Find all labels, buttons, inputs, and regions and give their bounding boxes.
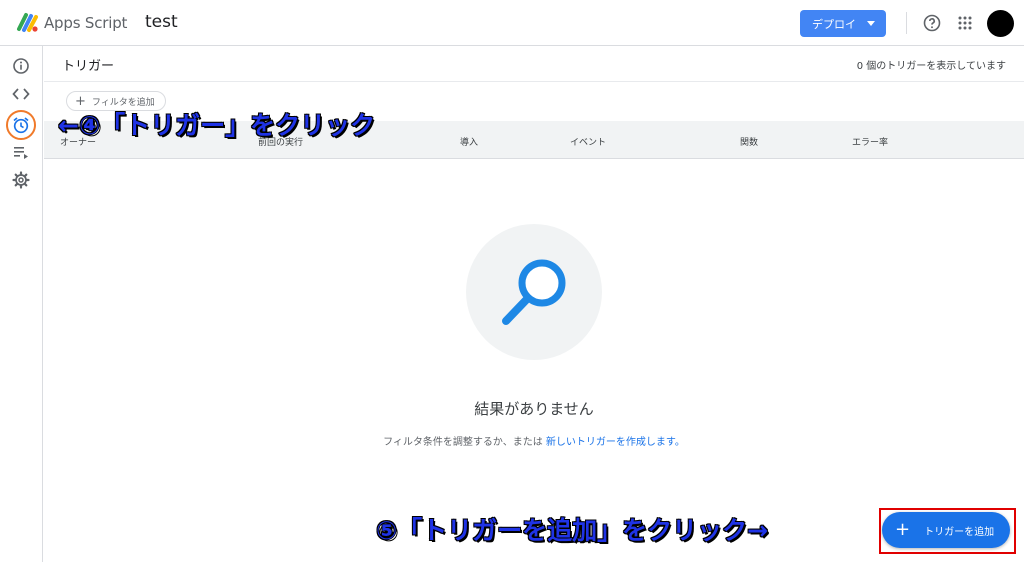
help-circle-icon[interactable]	[922, 13, 942, 33]
create-trigger-link[interactable]: 新しいトリガーを作成します。	[546, 437, 685, 448]
trigger-count-text: 0 個のトリガーを表示しています	[856, 61, 1006, 72]
code-icon[interactable]	[11, 84, 31, 104]
top-bar: Apps Script test デプロイ	[0, 0, 1024, 46]
chevron-down-icon	[867, 21, 875, 26]
empty-state-subtitle: フィルタ条件を調整するか、または 新しいトリガーを作成します。	[0, 433, 1024, 448]
column-event[interactable]: イベント	[570, 135, 606, 148]
project-title[interactable]: test	[145, 12, 178, 32]
deploy-button[interactable]: デプロイ	[800, 10, 886, 37]
column-error-rate[interactable]: エラー率	[852, 135, 888, 148]
app-name: Apps Script	[44, 14, 128, 32]
info-icon[interactable]	[11, 56, 31, 76]
left-nav-rail	[0, 46, 43, 562]
annotation-step-4: ←④「トリガー」をクリック	[57, 110, 376, 141]
gear-icon[interactable]	[11, 170, 31, 190]
column-deployment[interactable]: 導入	[460, 135, 478, 148]
empty-state-title: 結果がありません	[474, 400, 594, 418]
alarm-clock-icon[interactable]	[11, 115, 31, 135]
plus-icon: +	[895, 519, 911, 540]
playlist-icon[interactable]	[11, 143, 31, 163]
empty-state-hint: フィルタ条件を調整するか、または	[383, 437, 546, 448]
annotation-step-5: ⑤「トリガーを追加」をクリック→	[375, 515, 769, 546]
apps-script-window: Apps Script test デプロイ トリガー 0 個のトリガーを表示して…	[0, 0, 1024, 562]
column-function[interactable]: 関数	[740, 135, 758, 148]
divider	[906, 12, 907, 34]
apps-grid-icon[interactable]	[957, 15, 973, 31]
deploy-label: デプロイ	[812, 17, 856, 31]
triggers-header: トリガー 0 個のトリガーを表示しています	[44, 46, 1024, 82]
add-trigger-label: トリガーを追加	[924, 526, 995, 538]
apps-script-logo[interactable]	[16, 11, 40, 33]
page-title: トリガー	[62, 59, 115, 74]
account-avatar[interactable]	[987, 10, 1014, 37]
add-trigger-button[interactable]: + トリガーを追加	[882, 512, 1010, 548]
magnifier-icon	[502, 259, 566, 325]
